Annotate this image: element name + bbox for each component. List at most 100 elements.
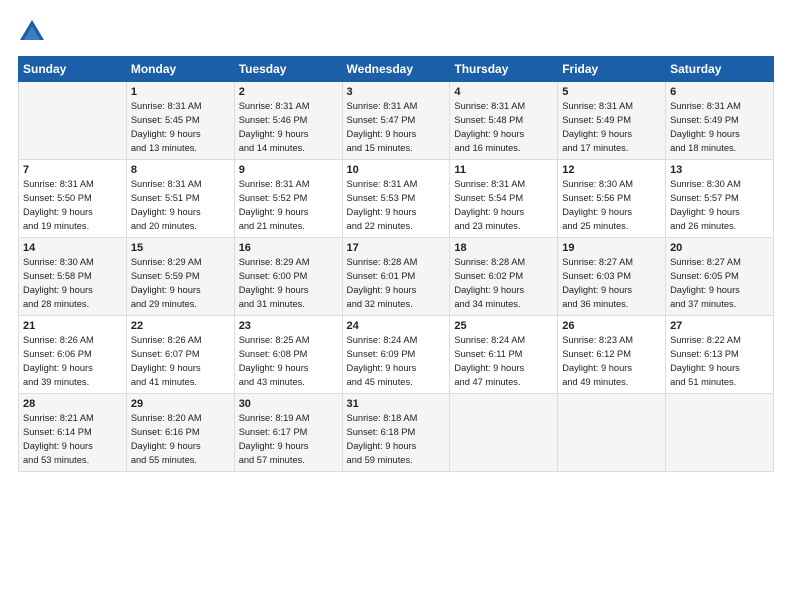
day-number: 4	[454, 86, 553, 98]
cell-w3-d4: 25Sunrise: 8:24 AMSunset: 6:11 PMDayligh…	[450, 316, 558, 394]
week-row-3: 21Sunrise: 8:26 AMSunset: 6:06 PMDayligh…	[19, 316, 774, 394]
day-info: Sunrise: 8:28 AMSunset: 6:01 PMDaylight:…	[347, 256, 446, 312]
day-number: 11	[454, 164, 553, 176]
day-number: 29	[131, 398, 230, 410]
col-header-tuesday: Tuesday	[234, 57, 342, 82]
day-number: 19	[562, 242, 661, 254]
day-info: Sunrise: 8:31 AMSunset: 5:46 PMDaylight:…	[239, 100, 338, 156]
col-header-thursday: Thursday	[450, 57, 558, 82]
cell-w0-d6: 6 Sunrise: 8:31 AMSunset: 5:49 PMDaylight…	[666, 82, 774, 160]
cell-w1-d4: 11 Sunrise: 8:31 AMSunset: 5:54 PMDayligh…	[450, 160, 558, 238]
cell-w4-d1: 29Sunrise: 8:20 AMSunset: 6:16 PMDayligh…	[126, 394, 234, 472]
cell-w0-d5: 5 Sunrise: 8:31 AMSunset: 5:49 PMDaylight…	[558, 82, 666, 160]
day-info: Sunrise: 8:22 AMSunset: 6:13 PMDaylight:…	[670, 334, 769, 390]
day-info: Sunrise: 8:31 AMSunset: 5:49 PMDaylight:…	[562, 100, 661, 156]
day-info: Sunrise: 8:31 AMSunset: 5:47 PMDaylight:…	[347, 100, 446, 156]
day-number: 31	[347, 398, 446, 410]
cell-w2-d0: 14 Sunrise: 8:30 AMSunset: 5:58 PMDayligh…	[19, 238, 127, 316]
day-number: 20	[670, 242, 769, 254]
day-info: Sunrise: 8:31 AMSunset: 5:49 PMDaylight:…	[670, 100, 769, 156]
day-number: 26	[562, 320, 661, 332]
cell-w3-d2: 23 Sunrise: 8:25 AMSunset: 6:08 PMDayligh…	[234, 316, 342, 394]
day-info: Sunrise: 8:26 AMSunset: 6:07 PMDaylight:…	[131, 334, 230, 390]
day-info: Sunrise: 8:27 AMSunset: 6:05 PMDaylight:…	[670, 256, 769, 312]
day-info: Sunrise: 8:30 AMSunset: 5:56 PMDaylight:…	[562, 178, 661, 234]
day-info: Sunrise: 8:31 AMSunset: 5:50 PMDaylight:…	[23, 178, 122, 234]
header-row: SundayMondayTuesdayWednesdayThursdayFrid…	[19, 57, 774, 82]
day-number: 6	[670, 86, 769, 98]
cell-w1-d5: 12 Sunrise: 8:30 AMSunset: 5:56 PMDayligh…	[558, 160, 666, 238]
day-info: Sunrise: 8:30 AMSunset: 5:58 PMDaylight:…	[23, 256, 122, 312]
cell-w1-d1: 8Sunrise: 8:31 AMSunset: 5:51 PMDaylight…	[126, 160, 234, 238]
day-number: 2	[239, 86, 338, 98]
header	[18, 18, 774, 46]
day-number: 5	[562, 86, 661, 98]
day-info: Sunrise: 8:23 AMSunset: 6:12 PMDaylight:…	[562, 334, 661, 390]
day-number: 30	[239, 398, 338, 410]
cell-w2-d4: 18Sunrise: 8:28 AMSunset: 6:02 PMDayligh…	[450, 238, 558, 316]
cell-w3-d3: 24Sunrise: 8:24 AMSunset: 6:09 PMDayligh…	[342, 316, 450, 394]
cell-w2-d2: 16 Sunrise: 8:29 AMSunset: 6:00 PMDayligh…	[234, 238, 342, 316]
day-number: 1	[131, 86, 230, 98]
cell-w1-d2: 9 Sunrise: 8:31 AMSunset: 5:52 PMDaylight…	[234, 160, 342, 238]
day-info: Sunrise: 8:24 AMSunset: 6:11 PMDaylight:…	[454, 334, 553, 390]
day-info: Sunrise: 8:18 AMSunset: 6:18 PMDaylight:…	[347, 412, 446, 468]
cell-w3-d6: 27 Sunrise: 8:22 AMSunset: 6:13 PMDayligh…	[666, 316, 774, 394]
cell-w2-d1: 15Sunrise: 8:29 AMSunset: 5:59 PMDayligh…	[126, 238, 234, 316]
cell-w4-d3: 31 Sunrise: 8:18 AMSunset: 6:18 PMDayligh…	[342, 394, 450, 472]
day-info: Sunrise: 8:27 AMSunset: 6:03 PMDaylight:…	[562, 256, 661, 312]
cell-w4-d0: 28 Sunrise: 8:21 AMSunset: 6:14 PMDayligh…	[19, 394, 127, 472]
cell-w1-d3: 10Sunrise: 8:31 AMSunset: 5:53 PMDayligh…	[342, 160, 450, 238]
cell-w4-d6	[666, 394, 774, 472]
day-info: Sunrise: 8:31 AMSunset: 5:45 PMDaylight:…	[131, 100, 230, 156]
cell-w3-d0: 21Sunrise: 8:26 AMSunset: 6:06 PMDayligh…	[19, 316, 127, 394]
week-row-2: 14 Sunrise: 8:30 AMSunset: 5:58 PMDayligh…	[19, 238, 774, 316]
cell-w4-d5	[558, 394, 666, 472]
day-info: Sunrise: 8:31 AMSunset: 5:53 PMDaylight:…	[347, 178, 446, 234]
day-number: 15	[131, 242, 230, 254]
day-info: Sunrise: 8:31 AMSunset: 5:51 PMDaylight:…	[131, 178, 230, 234]
day-number: 17	[347, 242, 446, 254]
page: SundayMondayTuesdayWednesdayThursdayFrid…	[0, 0, 792, 612]
cell-w0-d1: 1 Sunrise: 8:31 AMSunset: 5:45 PMDaylight…	[126, 82, 234, 160]
day-info: Sunrise: 8:25 AMSunset: 6:08 PMDaylight:…	[239, 334, 338, 390]
cell-w0-d3: 3 Sunrise: 8:31 AMSunset: 5:47 PMDaylight…	[342, 82, 450, 160]
day-info: Sunrise: 8:19 AMSunset: 6:17 PMDaylight:…	[239, 412, 338, 468]
col-header-saturday: Saturday	[666, 57, 774, 82]
cell-w0-d2: 2 Sunrise: 8:31 AMSunset: 5:46 PMDaylight…	[234, 82, 342, 160]
cell-w2-d5: 19 Sunrise: 8:27 AMSunset: 6:03 PMDayligh…	[558, 238, 666, 316]
week-row-0: 1 Sunrise: 8:31 AMSunset: 5:45 PMDaylight…	[19, 82, 774, 160]
day-number: 23	[239, 320, 338, 332]
cell-w0-d4: 4 Sunrise: 8:31 AMSunset: 5:48 PMDaylight…	[450, 82, 558, 160]
col-header-wednesday: Wednesday	[342, 57, 450, 82]
day-number: 22	[131, 320, 230, 332]
col-header-monday: Monday	[126, 57, 234, 82]
cell-w3-d5: 26 Sunrise: 8:23 AMSunset: 6:12 PMDayligh…	[558, 316, 666, 394]
day-number: 27	[670, 320, 769, 332]
logo-icon	[18, 18, 46, 46]
day-number: 7	[23, 164, 122, 176]
day-number: 9	[239, 164, 338, 176]
week-row-4: 28 Sunrise: 8:21 AMSunset: 6:14 PMDayligh…	[19, 394, 774, 472]
day-info: Sunrise: 8:28 AMSunset: 6:02 PMDaylight:…	[454, 256, 553, 312]
day-number: 13	[670, 164, 769, 176]
day-number: 3	[347, 86, 446, 98]
day-info: Sunrise: 8:31 AMSunset: 5:52 PMDaylight:…	[239, 178, 338, 234]
week-row-1: 7 Sunrise: 8:31 AMSunset: 5:50 PMDaylight…	[19, 160, 774, 238]
day-info: Sunrise: 8:30 AMSunset: 5:57 PMDaylight:…	[670, 178, 769, 234]
cell-w1-d0: 7 Sunrise: 8:31 AMSunset: 5:50 PMDaylight…	[19, 160, 127, 238]
day-info: Sunrise: 8:29 AMSunset: 6:00 PMDaylight:…	[239, 256, 338, 312]
col-header-sunday: Sunday	[19, 57, 127, 82]
day-info: Sunrise: 8:31 AMSunset: 5:48 PMDaylight:…	[454, 100, 553, 156]
cell-w0-d0	[19, 82, 127, 160]
cell-w4-d2: 30 Sunrise: 8:19 AMSunset: 6:17 PMDayligh…	[234, 394, 342, 472]
cell-w2-d6: 20 Sunrise: 8:27 AMSunset: 6:05 PMDayligh…	[666, 238, 774, 316]
cell-w2-d3: 17 Sunrise: 8:28 AMSunset: 6:01 PMDayligh…	[342, 238, 450, 316]
col-header-friday: Friday	[558, 57, 666, 82]
day-info: Sunrise: 8:21 AMSunset: 6:14 PMDaylight:…	[23, 412, 122, 468]
day-number: 12	[562, 164, 661, 176]
day-number: 28	[23, 398, 122, 410]
day-number: 14	[23, 242, 122, 254]
day-info: Sunrise: 8:31 AMSunset: 5:54 PMDaylight:…	[454, 178, 553, 234]
day-number: 16	[239, 242, 338, 254]
